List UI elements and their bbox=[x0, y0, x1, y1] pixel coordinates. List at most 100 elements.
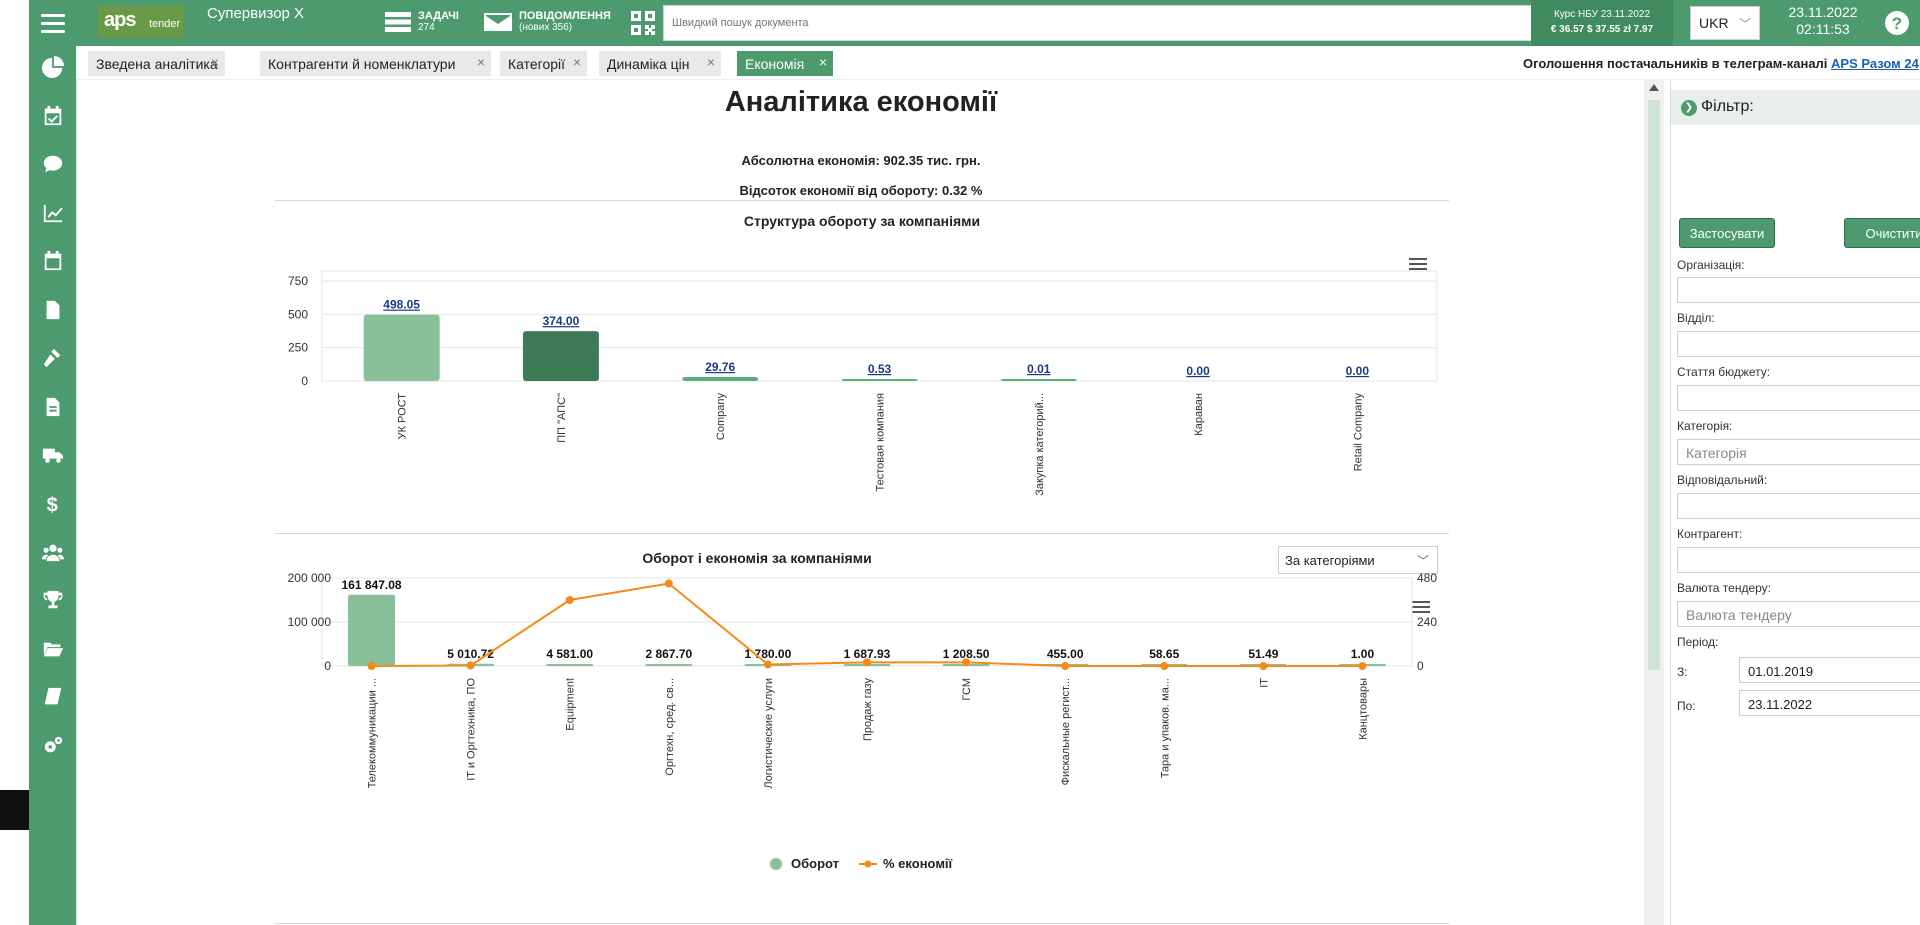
settings-icon[interactable] bbox=[41, 734, 65, 758]
chart1-ytick: 250 bbox=[288, 341, 308, 355]
legend-item-turnover[interactable]: Оборот bbox=[769, 856, 839, 871]
chart1-bar bbox=[522, 331, 599, 381]
chart2-category-label: Телекоммуникации ... bbox=[367, 678, 379, 788]
tab-label: Економія bbox=[745, 56, 805, 72]
chart2-data-label: 58.65 bbox=[1149, 647, 1179, 661]
to-label: По: bbox=[1677, 699, 1696, 713]
org-field[interactable] bbox=[1677, 277, 1920, 303]
chart2-line-point bbox=[1358, 662, 1367, 670]
chart1-data-label: 0.53 bbox=[868, 362, 892, 376]
gavel-icon[interactable] bbox=[41, 346, 65, 370]
scroll-thumb[interactable] bbox=[1648, 100, 1660, 670]
category-label: Категорія: bbox=[1677, 419, 1733, 433]
chart2-ytick-right: 0 bbox=[1417, 659, 1424, 673]
org-label: Організація: bbox=[1677, 258, 1745, 272]
contractor-field[interactable] bbox=[1677, 547, 1920, 573]
tab-summary[interactable]: Зведена аналітика × bbox=[88, 51, 225, 76]
chart1-bar bbox=[682, 377, 759, 381]
tab-categories[interactable]: Категорії × bbox=[500, 51, 587, 76]
chart2-canvas: 0 100 000 200 000 0 240 480 161 847.08 Телекомм… bbox=[288, 571, 1438, 789]
chart1-category-label: Company bbox=[715, 393, 727, 441]
close-icon[interactable]: × bbox=[707, 54, 715, 70]
chart1-ytick: 500 bbox=[288, 307, 308, 321]
current-date: 23.11.2022 bbox=[1788, 4, 1858, 20]
chart2-line-point bbox=[466, 661, 475, 670]
logo[interactable]: aps tender bbox=[98, 6, 184, 38]
group-by-value: За категоріями bbox=[1285, 553, 1375, 568]
from-date-input[interactable]: 01.01.2019 bbox=[1739, 657, 1920, 683]
responsible-label: Відповідальний: bbox=[1677, 473, 1768, 487]
current-time: 02:11:53 bbox=[1796, 21, 1850, 37]
close-icon[interactable]: × bbox=[211, 54, 219, 70]
chart1-ytick: 0 bbox=[301, 374, 308, 388]
responsible-field[interactable] bbox=[1677, 493, 1920, 519]
currency-label: Валюта тендеру: bbox=[1677, 581, 1771, 595]
truck-icon[interactable] bbox=[41, 443, 65, 467]
user-name[interactable]: Супервизор X bbox=[207, 5, 304, 22]
top-bar: aps tender Супервизор X ЗАДАЧІ 274 ПОВІД… bbox=[76, 0, 1920, 46]
messages-button[interactable]: ПОВІДОМЛЕННЯ (нових 356) bbox=[484, 10, 611, 34]
users-icon[interactable] bbox=[41, 540, 65, 564]
chart1-data-label: 0.00 bbox=[1346, 364, 1370, 378]
apply-button[interactable]: Застосувати bbox=[1679, 218, 1775, 248]
legend-item-saving[interactable]: % економії bbox=[859, 856, 952, 871]
folder-open-icon[interactable] bbox=[41, 637, 65, 661]
messages-label: ПОВІДОМЛЕННЯ bbox=[519, 10, 611, 22]
filter-header[interactable]: ❯ Фільтр: bbox=[1671, 90, 1920, 125]
file-icon[interactable] bbox=[41, 298, 65, 322]
budget-label: Стаття бюджету: bbox=[1677, 365, 1771, 379]
qr-code-icon[interactable] bbox=[631, 11, 655, 35]
chart1-data-label: 29.76 bbox=[705, 360, 735, 374]
close-icon[interactable]: × bbox=[819, 54, 827, 70]
main-scrollbar[interactable] bbox=[1644, 80, 1664, 925]
chart1-data-label: 374.00 bbox=[543, 314, 580, 328]
chart2-data-label: 1.00 bbox=[1351, 647, 1375, 661]
chart2-bar bbox=[645, 664, 693, 666]
tab-price-dynamics[interactable]: Динаміка цін × bbox=[599, 51, 721, 76]
pie-chart-icon[interactable] bbox=[41, 55, 65, 79]
calendar-icon[interactable] bbox=[41, 249, 65, 273]
dollar-icon[interactable]: $ bbox=[41, 492, 65, 516]
document-icon[interactable] bbox=[41, 395, 65, 419]
chart1-ytick: 750 bbox=[288, 274, 308, 288]
chart2-category-label: Логистические услуги bbox=[763, 678, 775, 789]
close-icon[interactable]: × bbox=[573, 54, 581, 70]
chart2-data-label: 4 581.00 bbox=[546, 647, 593, 661]
trophy-icon[interactable] bbox=[41, 588, 65, 612]
chart1-bar bbox=[841, 379, 918, 381]
language-select[interactable]: UKR ﹀ bbox=[1690, 6, 1760, 40]
chart1-title: Структура обороту за компаніями bbox=[743, 213, 981, 229]
from-label: З: bbox=[1677, 665, 1688, 679]
tab-contractors[interactable]: Контрагенти й номенклатури × bbox=[260, 51, 491, 76]
book-icon[interactable] bbox=[41, 685, 65, 709]
legend-label-turnover: Оборот bbox=[791, 856, 840, 871]
line-chart-icon[interactable] bbox=[41, 201, 65, 225]
announcement-link[interactable]: APS Разом 24 bbox=[1831, 56, 1919, 71]
tasks-count: 274 bbox=[418, 22, 435, 33]
chart2-line-point bbox=[1061, 662, 1070, 670]
search-input[interactable] bbox=[664, 6, 1531, 40]
chart2-ytick-right: 480 bbox=[1417, 571, 1437, 585]
to-date-input[interactable]: 23.11.2022 bbox=[1739, 690, 1920, 716]
dept-field[interactable] bbox=[1677, 331, 1920, 357]
calendar-check-icon[interactable] bbox=[41, 104, 65, 128]
chart2-line-point bbox=[664, 579, 673, 588]
category-field[interactable]: Категорія bbox=[1677, 439, 1920, 465]
exchange-rates: Курс НБУ 23.11.2022 € 36.57 $ 37.55 zł 7… bbox=[1531, 0, 1673, 46]
chart1-category-label: Тестовая компания bbox=[875, 393, 887, 492]
chat-icon[interactable] bbox=[41, 152, 65, 176]
clear-button[interactable]: Очистити bbox=[1844, 218, 1920, 248]
budget-field[interactable] bbox=[1677, 385, 1920, 411]
logo-sub: tender bbox=[149, 18, 181, 30]
scroll-up-arrow[interactable] bbox=[1649, 84, 1659, 91]
chart1-category-label: Караван bbox=[1193, 393, 1205, 436]
help-icon[interactable]: ? bbox=[1884, 10, 1910, 36]
currency-field[interactable]: Валюта тендеру bbox=[1677, 601, 1920, 627]
tab-savings[interactable]: Економія × bbox=[737, 51, 833, 76]
contractor-label: Контрагент: bbox=[1677, 527, 1743, 541]
close-icon[interactable]: × bbox=[477, 54, 485, 70]
divider bbox=[275, 533, 1449, 534]
menu-icon[interactable] bbox=[41, 14, 65, 33]
announcement: Оголошення постачальників в телеграм-кан… bbox=[1523, 56, 1919, 71]
tasks-button[interactable]: ЗАДАЧІ 274 bbox=[385, 10, 459, 34]
